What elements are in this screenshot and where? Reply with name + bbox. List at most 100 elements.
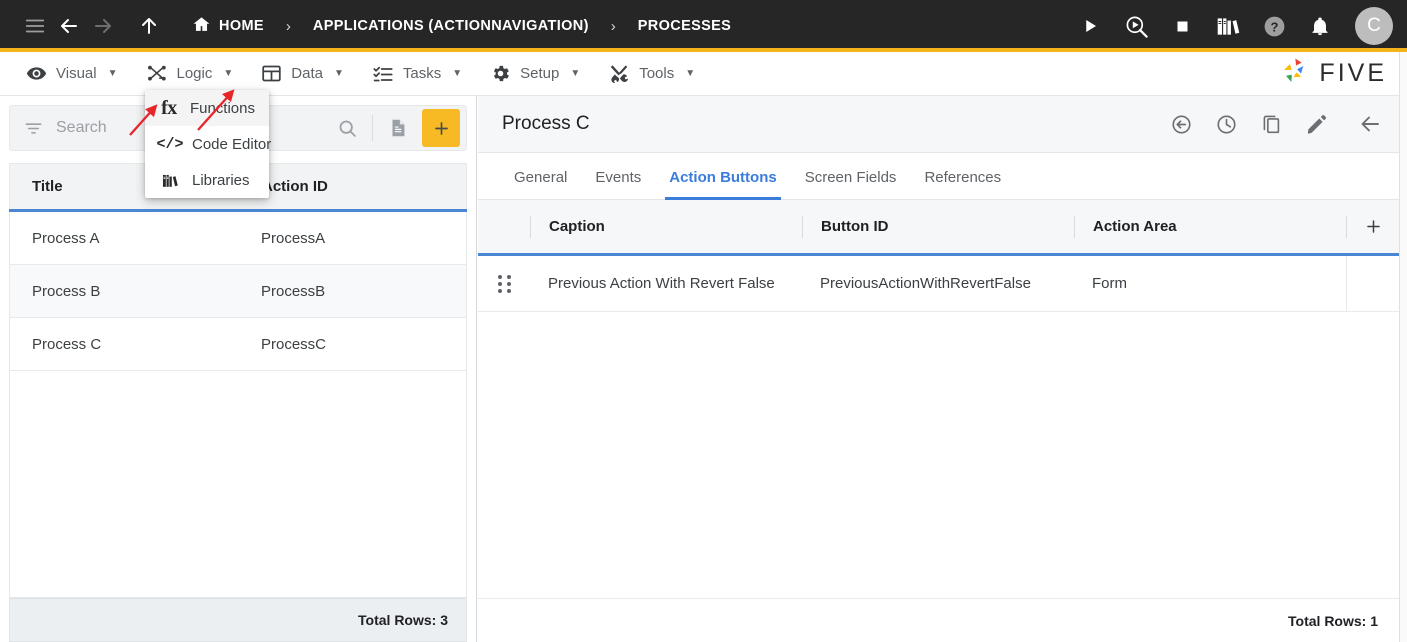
column-header-caption[interactable]: Caption: [530, 215, 802, 238]
tools-icon: [608, 63, 630, 85]
library-icon[interactable]: [1211, 9, 1245, 43]
menu-option-libraries[interactable]: Libraries: [145, 162, 269, 198]
edit-pencil-icon[interactable]: [1305, 113, 1328, 136]
notifications-bell-icon[interactable]: [1303, 9, 1337, 43]
user-avatar[interactable]: C: [1355, 7, 1393, 45]
menu-item-visual[interactable]: Visual ▼: [12, 52, 132, 96]
page-title: Process C: [502, 113, 590, 134]
column-header-action-area[interactable]: Action Area: [1074, 215, 1346, 238]
nav-forward-icon[interactable]: [86, 9, 120, 43]
cell-action-id: ProcessC: [261, 335, 327, 353]
vertical-scrollbar[interactable]: [1399, 52, 1407, 642]
menu-option-label-libraries: Libraries: [192, 171, 250, 189]
menu-option-functions[interactable]: fx Functions: [145, 90, 269, 126]
column-header-button-id[interactable]: Button ID: [802, 215, 1074, 238]
menu-option-label-code-editor: Code Editor: [192, 135, 272, 153]
document-icon[interactable]: [378, 108, 418, 148]
column-header-action-id[interactable]: Action ID: [239, 178, 466, 195]
breadcrumb-separator: ›: [285, 17, 291, 35]
detail-panel: Process C General Events Action Buttons …: [478, 96, 1400, 642]
chevron-down-icon: ▼: [223, 67, 234, 79]
add-record-button[interactable]: [422, 109, 460, 147]
table-row[interactable]: Process C ProcessC: [10, 318, 466, 371]
tab-events[interactable]: Events: [581, 169, 655, 199]
eye-icon: [26, 63, 47, 84]
detail-header: Process C: [478, 96, 1400, 153]
menu-option-code-editor[interactable]: </> Code Editor: [145, 126, 272, 162]
run-icon[interactable]: [1073, 9, 1107, 43]
close-back-arrow-icon[interactable]: [1358, 112, 1382, 136]
menu-item-tools[interactable]: Tools ▼: [594, 52, 709, 96]
detail-tabs: General Events Action Buttons Screen Fie…: [478, 153, 1400, 200]
books-icon: [159, 171, 181, 190]
table-row[interactable]: Previous Action With Revert False Previo…: [478, 256, 1400, 312]
chevron-down-icon: ▼: [685, 67, 696, 79]
breadcrumb-item-applications[interactable]: APPLICATIONS (ACTIONNAVIGATION): [307, 18, 595, 34]
cell-action-area: Form: [1092, 275, 1127, 292]
tab-screen-fields[interactable]: Screen Fields: [791, 169, 911, 199]
search-icon[interactable]: [327, 108, 367, 148]
action-buttons-table-header: Caption Button ID Action Area: [478, 200, 1400, 253]
hamburger-menu-icon[interactable]: [18, 9, 52, 43]
five-pinwheel-icon: [1279, 55, 1311, 92]
cell-action-id: ProcessA: [261, 229, 326, 247]
breadcrumb-separator-2: ›: [610, 17, 616, 35]
top-navigation-bar: HOME › APPLICATIONS (ACTIONNAVIGATION) ›…: [0, 0, 1407, 52]
nav-up-icon[interactable]: [132, 9, 166, 43]
menu-item-tasks[interactable]: Tasks ▼: [358, 52, 476, 96]
process-list-table: Title Action ID Process A ProcessA Proce…: [9, 163, 467, 642]
chevron-down-icon: ▼: [107, 67, 118, 79]
toolbar-divider: [372, 115, 373, 141]
row-end-spacer: [1346, 256, 1400, 311]
drag-handle-icon[interactable]: [478, 274, 530, 293]
brand-logo: FIVE: [1279, 55, 1407, 92]
revert-icon[interactable]: [1170, 113, 1193, 136]
action-buttons-table: Caption Button ID Action Area Previous A…: [478, 200, 1400, 642]
logic-network-icon: [146, 63, 168, 85]
menu-item-setup[interactable]: Setup ▼: [476, 52, 594, 96]
menu-item-logic[interactable]: Logic ▼: [132, 52, 248, 96]
breadcrumb: HOME › APPLICATIONS (ACTIONNAVIGATION) ›…: [172, 15, 1073, 38]
menu-item-data[interactable]: Data ▼: [247, 52, 358, 96]
logic-dropdown-menu: fx Functions </> Code Editor Libraries: [145, 90, 272, 198]
chevron-down-icon: ▼: [333, 67, 344, 79]
filter-icon[interactable]: [24, 119, 43, 138]
process-table-body: Process A ProcessA Process B ProcessB Pr…: [9, 212, 467, 598]
menu-label-setup: Setup: [520, 65, 560, 82]
grid-table-icon: [261, 63, 282, 84]
app-root: HOME › APPLICATIONS (ACTIONNAVIGATION) ›…: [0, 0, 1407, 642]
debug-icon[interactable]: [1119, 9, 1153, 43]
top-bar-actions: ? C: [1073, 7, 1393, 45]
breadcrumb-label-applications: APPLICATIONS (ACTIONNAVIGATION): [312, 18, 589, 34]
menu-label-visual: Visual: [56, 65, 97, 82]
breadcrumb-item-processes[interactable]: PROCESSES: [632, 18, 737, 34]
cell-button-id: PreviousActionWithRevertFalse: [820, 275, 1031, 292]
menu-label-data: Data: [291, 65, 323, 82]
fx-icon: fx: [161, 96, 177, 119]
cell-title: Process C: [32, 335, 102, 353]
home-icon: [192, 15, 211, 38]
nav-back-icon[interactable]: [52, 9, 86, 43]
duplicate-icon[interactable]: [1260, 113, 1283, 136]
stop-icon[interactable]: [1165, 9, 1199, 43]
tab-references[interactable]: References: [910, 169, 1015, 199]
gear-icon: [490, 63, 511, 84]
history-clock-icon[interactable]: [1215, 113, 1238, 136]
left-total-rows: Total Rows: 3: [9, 598, 467, 642]
brand-name: FIVE: [1319, 59, 1387, 87]
breadcrumb-label-home: HOME: [219, 18, 264, 34]
breadcrumb-label-processes: PROCESSES: [637, 18, 732, 34]
chevron-down-icon: ▼: [570, 67, 581, 79]
add-action-button[interactable]: [1346, 215, 1400, 238]
code-brackets-icon: </>: [156, 135, 184, 153]
tab-action-buttons[interactable]: Action Buttons: [655, 169, 790, 200]
cell-title: Process A: [32, 229, 100, 247]
cell-title: Process B: [32, 282, 101, 300]
chevron-down-icon: ▼: [452, 67, 463, 79]
breadcrumb-item-home[interactable]: HOME: [186, 15, 270, 38]
table-row[interactable]: Process A ProcessA: [10, 212, 466, 265]
menu-label-tasks: Tasks: [402, 65, 442, 82]
help-icon[interactable]: ?: [1257, 9, 1291, 43]
tab-general[interactable]: General: [500, 169, 581, 199]
table-row[interactable]: Process B ProcessB: [10, 265, 466, 318]
